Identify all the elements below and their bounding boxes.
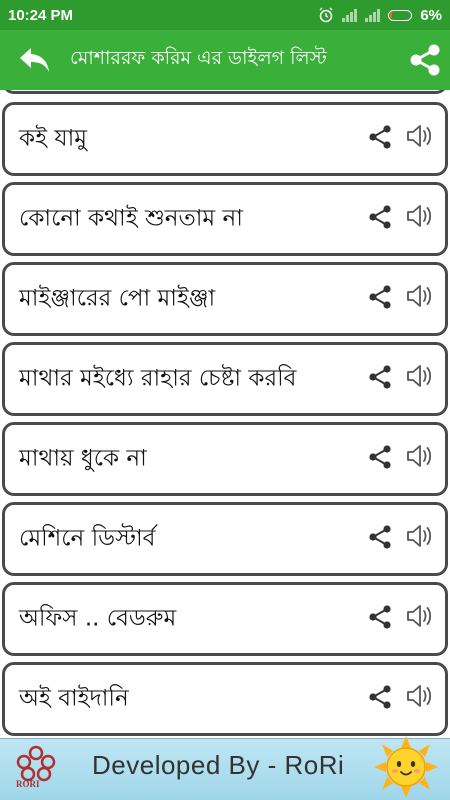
share-icon (369, 445, 391, 469)
dialog-text: মেশিনে ডিস্টার্ব (19, 525, 156, 552)
dialog-text: মাইঞ্জারের পো মাইঞ্জা (19, 285, 216, 312)
share-icon (410, 44, 440, 76)
play-sound-button[interactable] (403, 280, 435, 312)
speaker-icon (407, 445, 432, 467)
status-bar: 10:24 PM 6% (0, 0, 450, 30)
signal-icon-2 (365, 8, 381, 22)
alarm-icon (319, 7, 333, 23)
list-item[interactable]: কোনো কথাই শুনতাম না (2, 182, 448, 256)
list-item[interactable]: অফিস .. বেডরুম (2, 582, 448, 656)
list-item[interactable]: কই যামু (2, 102, 448, 176)
battery-icon (388, 9, 413, 21)
list-item[interactable]: মাইঞ্জারের পো মাইঞ্জা (2, 262, 448, 336)
speaker-icon (407, 125, 432, 147)
speaker-icon (407, 685, 432, 707)
app-bar: মোশাররফ করিম এর ডাইলগ লিস্ট (0, 30, 450, 90)
share-button[interactable] (365, 202, 395, 232)
play-sound-button[interactable] (403, 600, 435, 632)
share-icon (369, 685, 391, 709)
share-icon (369, 525, 391, 549)
signal-icon (342, 8, 358, 22)
share-button[interactable] (365, 282, 395, 312)
play-sound-button[interactable] (403, 520, 435, 552)
dialog-text: মাথার মইধ্যে রাহার চেষ্টা করবি (19, 365, 297, 392)
list-item[interactable]: অই বাইদানি (2, 662, 448, 736)
share-app-button[interactable] (400, 30, 450, 90)
dialog-text: মাথায় ধুকে না (19, 445, 147, 472)
dialog-list[interactable]: কই যামু কোনো কথাই শুনতাম না মাইঞ্জারের প… (0, 90, 450, 738)
speaker-icon (407, 365, 432, 387)
back-arrow-icon (20, 48, 49, 72)
share-button[interactable] (365, 442, 395, 472)
speaker-icon (407, 285, 432, 307)
dialog-text: অই বাইদানি (19, 685, 129, 712)
share-button[interactable] (365, 682, 395, 712)
share-button[interactable] (365, 522, 395, 552)
play-sound-button[interactable] (403, 680, 435, 712)
status-icons: 6% (318, 7, 442, 24)
dialog-text: কই যামু (19, 125, 88, 152)
share-icon (369, 125, 391, 149)
share-button[interactable] (365, 122, 395, 152)
share-icon (369, 205, 391, 229)
back-button[interactable] (0, 30, 70, 90)
battery-percent: 6% (420, 6, 442, 24)
speaker-icon (407, 205, 432, 227)
logo-text: RORI (16, 779, 40, 789)
play-sound-button[interactable] (403, 440, 435, 472)
list-item[interactable]: মাথার মইধ্যে রাহার চেষ্টা করবি (2, 342, 448, 416)
play-sound-button[interactable] (403, 120, 435, 152)
play-sound-button[interactable] (403, 200, 435, 232)
list-item[interactable]: মেশিনে ডিস্টার্ব (2, 502, 448, 576)
share-button[interactable] (365, 362, 395, 392)
list-item[interactable]: মাথায় ধুকে না (2, 422, 448, 496)
share-icon (369, 605, 391, 629)
dialog-text: কোনো কথাই শুনতাম না (19, 205, 243, 232)
status-time: 10:24 PM (8, 6, 74, 24)
share-icon (369, 365, 391, 389)
page-title: মোশাররফ করিম এর ডাইলগ লিস্ট (70, 47, 327, 69)
share-button[interactable] (365, 602, 395, 632)
developer-credit: Developed By - RoRi (92, 750, 345, 780)
sun-emoji-icon (374, 736, 438, 798)
speaker-icon (407, 525, 432, 547)
dialog-text: অফিস .. বেডরুম (19, 605, 177, 632)
play-sound-button[interactable] (403, 360, 435, 392)
share-icon (369, 285, 391, 309)
speaker-icon (407, 605, 432, 627)
list-item-partial (2, 90, 448, 94)
